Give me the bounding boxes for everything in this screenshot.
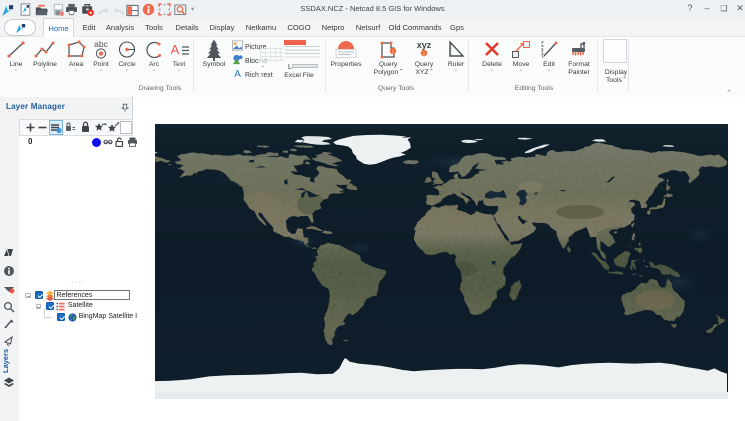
svg-text:A: A	[171, 42, 180, 57]
svg-text:xyz: xyz	[417, 40, 432, 50]
svg-text:i: i	[423, 52, 424, 58]
svg-text:i: i	[392, 50, 393, 56]
svg-text:A: A	[234, 69, 241, 79]
svg-text:abc: abc	[94, 39, 108, 49]
